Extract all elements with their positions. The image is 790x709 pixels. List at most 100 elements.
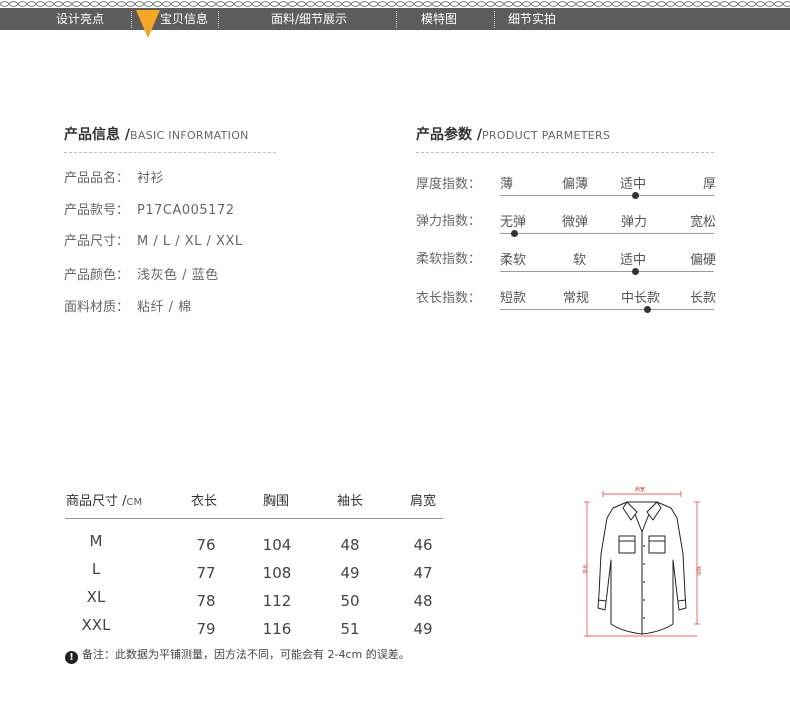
chain-link (530, 1, 541, 7)
chain-link (773, 1, 784, 7)
divider (64, 152, 276, 153)
exclamation-icon: ! (65, 651, 78, 664)
chain-link (98, 1, 109, 7)
chain-link (602, 1, 613, 7)
chain-link (485, 1, 496, 7)
tab-model-photos[interactable]: 模特图 (421, 10, 457, 28)
chain-link (692, 1, 703, 7)
chain-link (458, 1, 469, 7)
chain-link (161, 1, 172, 7)
size-cell: XL (86, 588, 106, 606)
chain-link (494, 1, 505, 7)
chain-link (152, 1, 163, 7)
table-header-divider (65, 518, 443, 519)
col-header-shoulder: 肩宽 (410, 494, 437, 509)
table-cell: 51 (340, 620, 360, 638)
col-header-chest: 胸围 (263, 494, 290, 509)
chain-link (575, 1, 586, 7)
chain-link (503, 1, 514, 7)
table-cell: 116 (262, 620, 292, 638)
chain-link (656, 1, 667, 7)
param-option: 适中 (620, 253, 647, 268)
table-cell: 78 (196, 592, 216, 610)
info-row-name: 产品品名： 衬衫 (64, 167, 164, 186)
chain-link (269, 1, 280, 7)
active-tab-marker (136, 10, 160, 38)
tab-detail-photos[interactable]: 细节实拍 (508, 10, 556, 28)
tab-design-highlights[interactable]: 设计亮点 (56, 10, 104, 28)
table-cell: 46 (413, 536, 433, 554)
chain-link (89, 1, 100, 7)
param-option: 适中 (620, 177, 647, 192)
param-label-elasticity: 弹力指数： (416, 214, 482, 229)
chain-link (26, 1, 37, 7)
param-option: 短款 (500, 291, 527, 306)
size-cell: M (89, 532, 103, 550)
chain-link (341, 1, 352, 7)
size-header-unit: CM (126, 497, 143, 508)
chain-link (431, 1, 442, 7)
col-header-sleeve: 袖长 (337, 494, 364, 509)
params-title-en: PRODUCT PARMETERS (482, 129, 611, 142)
info-label: 产品款号： (64, 203, 130, 218)
shirt-measurement-diagram: 肩宽 胸围 衣长 袖长 (583, 486, 701, 637)
chain-link (350, 1, 361, 7)
chain-link (755, 1, 766, 7)
chain-link (584, 1, 595, 7)
chain-link (62, 1, 73, 7)
chain-link (71, 1, 82, 7)
basic-info-title-en: BASIC INFORMATION (130, 129, 249, 142)
chain-link (683, 1, 694, 7)
top-nav-bar (0, 0, 790, 30)
divider (416, 152, 714, 153)
tab-product-info[interactable]: 宝贝信息 (160, 10, 208, 28)
chain-link (116, 1, 127, 7)
info-value: 粘纤 / 棉 (137, 300, 192, 315)
chain-link (611, 1, 622, 7)
chain-link (233, 1, 244, 7)
param-option: 软 (573, 253, 587, 268)
chain-link (719, 1, 730, 7)
chain-link (314, 1, 325, 7)
param-option: 无弹 (500, 215, 527, 230)
tab-fabric-details[interactable]: 面料/细节展示 (271, 10, 347, 28)
chain-link (764, 1, 775, 7)
chain-link (80, 1, 91, 7)
basic-info-title-cn: 产品信息 / (64, 127, 130, 143)
info-row-color: 产品颜色： 浅灰色 / 蓝色 (64, 264, 219, 283)
chain-link (53, 1, 64, 7)
basic-info-title: 产品信息 /BASIC INFORMATION (64, 124, 249, 144)
param-scale-line (500, 233, 714, 234)
chain-link (395, 1, 406, 7)
chain-link (170, 1, 181, 7)
chain-link (404, 1, 415, 7)
table-cell: 48 (413, 592, 433, 610)
chain-link (620, 1, 631, 7)
chain-link (377, 1, 388, 7)
chain-link (134, 1, 145, 7)
nav-separator (396, 11, 397, 28)
chain-link (368, 1, 379, 7)
measurement-note: ! 备注：此数据为平铺测量，因方法不同，可能会有 2-4cm 的误差。 (65, 646, 410, 664)
info-label: 面料材质： (64, 300, 130, 315)
chain-link (143, 1, 154, 7)
chain-link (8, 1, 19, 7)
param-option: 长款 (690, 291, 717, 306)
chain-link (296, 1, 307, 7)
chain-link (107, 1, 118, 7)
info-value: M / L / XL / XXL (137, 234, 243, 249)
table-cell: 48 (340, 536, 360, 554)
size-header-text: 商品尺寸 / (66, 494, 127, 509)
label-sleeve: 袖长 (695, 566, 701, 576)
label-shoulder: 肩宽 (635, 486, 645, 493)
param-label-softness: 柔软指数： (416, 252, 482, 267)
chain-link (665, 1, 676, 7)
chain-link (35, 1, 46, 7)
param-indicator-dot (644, 306, 651, 313)
chain-link (179, 1, 190, 7)
chain-link (278, 1, 289, 7)
param-label-thickness: 厚度指数： (416, 177, 482, 192)
table-cell: 108 (262, 564, 292, 582)
chain-link (242, 1, 253, 7)
param-label-length: 衣长指数： (416, 291, 482, 306)
